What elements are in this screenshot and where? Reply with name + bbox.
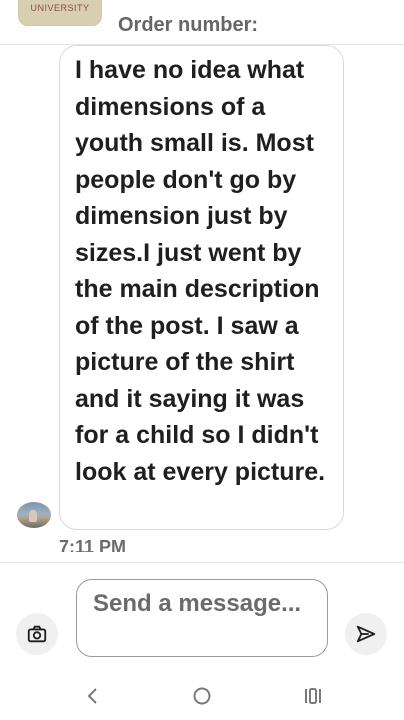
back-icon [87,688,97,704]
home-icon [193,687,211,705]
send-button[interactable] [345,613,387,655]
system-navigation-bar [0,672,404,720]
home-button[interactable] [187,682,217,710]
message-input[interactable]: Send a message... [76,579,328,657]
conversation-header: UNIVERSITY Order number: [0,0,404,45]
order-number-label: Order number: [118,14,259,36]
recents-button[interactable] [298,682,328,710]
recents-icon [305,688,321,704]
product-thumbnail[interactable]: UNIVERSITY [18,0,102,26]
sender-avatar[interactable] [17,502,51,528]
message-timestamp: 7:11 PM [59,537,127,552]
message-composer: Send a message... [0,562,404,673]
thumbnail-text: UNIVERSITY [30,3,90,13]
back-button[interactable] [78,682,108,710]
send-icon [356,625,376,643]
camera-button[interactable] [16,613,58,655]
message-bubble: I have no idea what dimensions of a yout… [59,45,344,530]
message-text: I have no idea what dimensions of a yout… [75,56,326,486]
camera-icon [27,625,47,643]
